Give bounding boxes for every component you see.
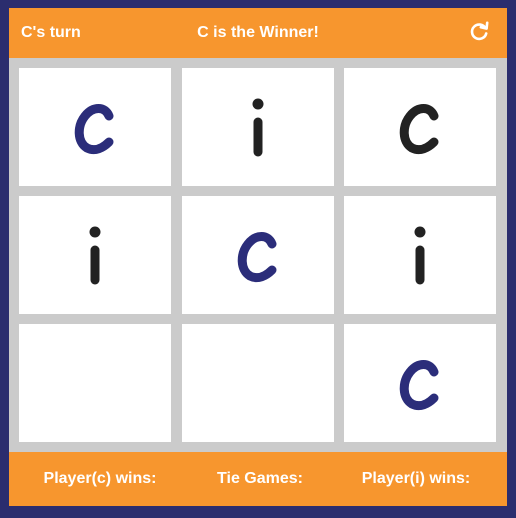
mark-c — [399, 360, 439, 411]
board-cell[interactable] — [182, 324, 334, 442]
game-board — [9, 58, 507, 450]
mark-i — [414, 226, 426, 285]
player-c-wins-label: Player(c) wins: — [43, 470, 157, 487]
mark-c — [399, 104, 439, 155]
board-cell[interactable] — [182, 68, 334, 186]
mark-c — [237, 232, 277, 283]
mark-i — [89, 226, 101, 285]
player-i-wins-label: Player(i) wins: — [361, 470, 471, 487]
board-cell[interactable] — [19, 324, 171, 442]
tie-games-label: Tie Games: — [217, 470, 303, 487]
board-cell[interactable] — [344, 68, 496, 186]
game-header: C's turn C is the Winner! — [9, 8, 507, 58]
game-frame: C's turn C is the Winner! Player(c) wins… — [9, 8, 507, 506]
refresh-icon[interactable] — [467, 20, 491, 44]
board-cell[interactable] — [19, 68, 171, 186]
score-footer: Player(c) wins: Tie Games: Player(i) win… — [9, 452, 507, 506]
board-cell[interactable] — [19, 196, 171, 314]
board-cell[interactable] — [344, 196, 496, 314]
mark-i — [252, 98, 264, 157]
mark-c — [74, 104, 114, 155]
winner-status: C is the Winner! — [197, 24, 319, 41]
board-cell[interactable] — [182, 196, 334, 314]
board-cell[interactable] — [344, 324, 496, 442]
